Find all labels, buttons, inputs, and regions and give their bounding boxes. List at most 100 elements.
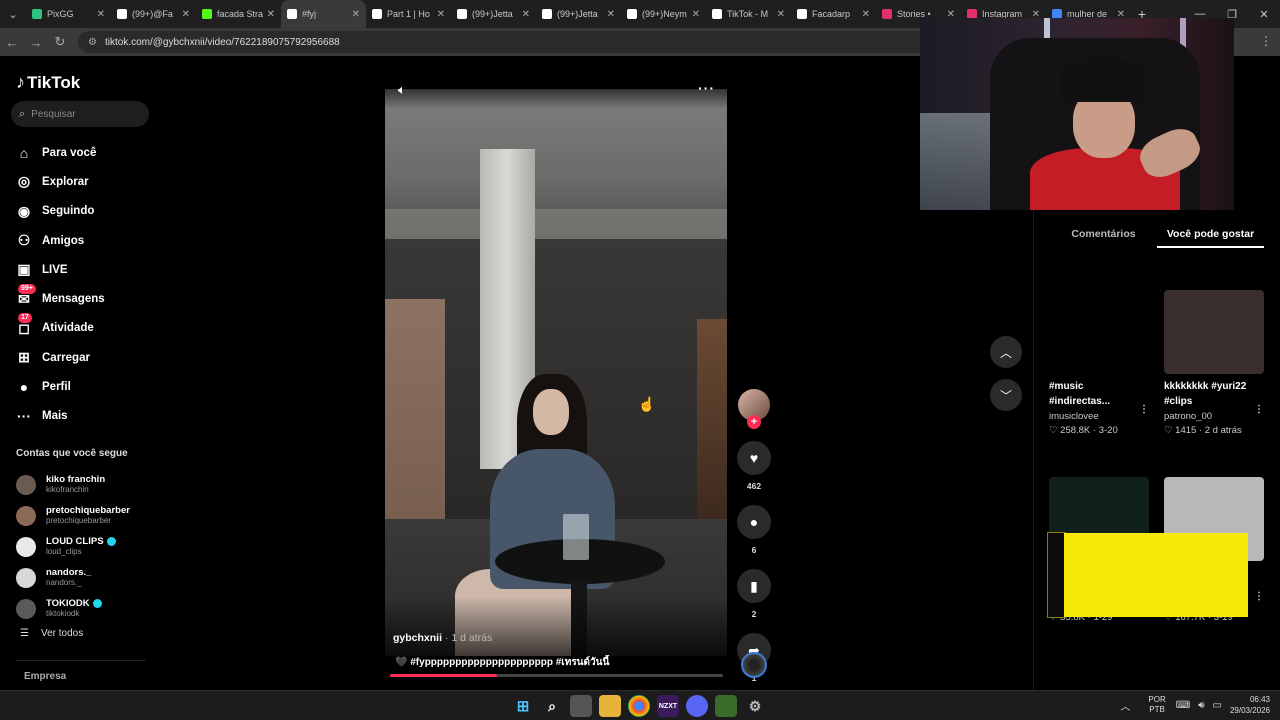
tab-close-icon[interactable]: ✕ — [777, 9, 785, 20]
tab-label: facada Stra — [217, 9, 263, 19]
sidebar-item-amigos[interactable]: ⚇ Amigos — [14, 226, 154, 255]
search-input[interactable]: ⌕ Pesquisar — [11, 101, 149, 127]
sidebar-item-perfil[interactable]: ● Perfil — [14, 372, 154, 401]
tab-close-icon[interactable]: ✕ — [97, 9, 105, 20]
notification-badge: 17 — [18, 313, 32, 324]
following-account[interactable]: LOUD CLIPS loud_clips — [16, 532, 156, 563]
card-more-icon[interactable]: ⋮ — [1254, 404, 1264, 415]
card-title[interactable]: kkkkkkkk #yuri22 #clips — [1164, 379, 1252, 409]
tab-comments[interactable]: Comentários — [1050, 228, 1157, 248]
tab-close-icon[interactable]: ✕ — [182, 9, 190, 20]
back-button[interactable]: ← — [0, 35, 24, 50]
browser-tab[interactable]: Facadarp ✕ — [791, 0, 876, 28]
following-account[interactable]: nandors._ nandors._ — [16, 562, 156, 593]
video-thumbnail[interactable] — [1164, 290, 1264, 374]
app-icon[interactable] — [715, 695, 737, 717]
suggested-video-card[interactable]: ⋮ #music #indirectas... imusiclovee ♡ 258.8… — [1049, 290, 1149, 436]
tab-close-icon[interactable]: ✕ — [437, 9, 445, 20]
music-disc-icon[interactable] — [741, 652, 767, 678]
video-author[interactable]: gybchxnii · 1 d atrás — [393, 632, 492, 644]
browser-tab[interactable]: (99+)@Fa ✕ — [111, 0, 196, 28]
next-video-button[interactable]: ﹀ — [990, 379, 1022, 411]
tab-close-icon[interactable]: ✕ — [692, 9, 700, 20]
sidebar-item-mensagens[interactable]: ✉ 99+ Mensagens — [14, 284, 154, 313]
follow-plus-icon[interactable]: + — [747, 415, 761, 429]
following-account[interactable]: pretochiquebarber pretochiquebarber — [16, 501, 156, 532]
card-more-icon[interactable]: ⋮ — [1254, 591, 1264, 602]
file-explorer-icon[interactable] — [599, 695, 621, 717]
tiktok-sidebar: ♪ TikTok ⌕ Pesquisar ⌂ Para você ◎ Explorar… — [0, 56, 160, 690]
card-title[interactable]: #music #indirectas... — [1049, 379, 1137, 409]
following-account[interactable]: TOKIODK tiktokiodk — [16, 593, 156, 624]
browser-tab[interactable]: PixGG ✕ — [26, 0, 111, 28]
tab-close-icon[interactable]: ✕ — [607, 9, 615, 20]
following-account[interactable]: kiko franchin kikofranchin — [16, 470, 156, 501]
comment-icon[interactable]: ● — [737, 505, 771, 539]
video-more-icon[interactable]: ··· — [698, 80, 715, 96]
tab-favicon-icon — [882, 9, 892, 19]
card-more-icon[interactable]: ⋮ — [1139, 404, 1149, 415]
browser-tab[interactable]: TikTok - M ✕ — [706, 0, 791, 28]
volume-icon[interactable]: 🔈︎ — [398, 82, 406, 98]
avatar — [16, 567, 36, 588]
tab-search-button[interactable]: ⌄ — [0, 0, 26, 28]
suggested-video-card[interactable]: ⋮ kkkkkkkk #yuri22 #clips patrono_00 ♡ 1415… — [1164, 290, 1264, 436]
discord-icon[interactable] — [686, 695, 708, 717]
browser-tab[interactable]: (99+)Neym ✕ — [621, 0, 706, 28]
task-view-icon[interactable] — [570, 695, 592, 717]
tiktok-logo[interactable]: ♪ TikTok — [16, 72, 80, 93]
comment-action[interactable]: ● 6 — [736, 505, 772, 555]
volume-tray-icon[interactable]: 🔊︎ — [1198, 700, 1204, 711]
author-name[interactable]: gybchxnii — [393, 632, 442, 644]
chrome-icon[interactable] — [628, 695, 650, 717]
company-link[interactable]: Empresa — [24, 671, 66, 682]
see-all-button[interactable]: ☰ Ver todos — [20, 628, 83, 639]
save-action[interactable]: ▮ 2 — [736, 569, 772, 619]
live-icon: ▣ — [17, 261, 31, 278]
tray-chevron-icon[interactable]: ︿ — [1120, 698, 1130, 713]
windows-start-icon[interactable]: ⊞ — [512, 695, 534, 717]
battery-icon[interactable]: ▭ — [1213, 700, 1222, 711]
site-settings-icon[interactable]: ⚙ — [88, 37, 97, 48]
card-username[interactable]: imusiclovee — [1049, 411, 1149, 422]
sidebar-item-mais[interactable]: ··· Mais — [14, 402, 154, 431]
save-count: 2 — [751, 609, 757, 619]
sidebar-item-para-você[interactable]: ⌂ Para você — [14, 138, 154, 167]
browser-tab[interactable]: facada Stra ✕ — [196, 0, 281, 28]
nzxt-icon[interactable]: NZXT — [657, 695, 679, 717]
tab-suggestions[interactable]: Você pode gostar — [1157, 228, 1264, 248]
sidebar-item-atividade[interactable]: ◻ 17 Atividade — [14, 313, 154, 343]
language-indicator[interactable]: POR PTB — [1148, 695, 1165, 715]
browser-tab[interactable]: Part 1 | Ho ✕ — [366, 0, 451, 28]
like-action[interactable]: ♥ 462 — [736, 441, 772, 491]
system-clock[interactable]: 06:43 29/03/2026 — [1230, 694, 1270, 716]
previous-video-button[interactable]: ︿ — [990, 336, 1022, 368]
tab-close-icon[interactable]: ✕ — [862, 9, 870, 20]
browser-tab[interactable]: (99+)Jetta ✕ — [536, 0, 621, 28]
video-progress-bar[interactable] — [390, 674, 723, 677]
sidebar-item-explorar[interactable]: ◎ Explorar — [14, 167, 154, 196]
video-player[interactable] — [385, 89, 727, 656]
card-username[interactable]: patrono_00 — [1164, 411, 1264, 422]
sidebar-item-carregar[interactable]: ⊞ Carregar — [14, 343, 154, 372]
settings-icon[interactable]: ⚙ — [744, 695, 766, 717]
forward-button[interactable]: → — [24, 35, 48, 50]
caption-text[interactable]: #fyppppppppppppppppppppp #เทรนด์วันนี้ — [410, 657, 609, 668]
network-icon[interactable]: ⌨ — [1176, 700, 1190, 711]
reload-button[interactable]: ↻ — [48, 34, 72, 50]
bookmark-icon[interactable]: ▮ — [737, 569, 771, 603]
sidebar-item-seguindo[interactable]: ◉ Seguindo — [14, 197, 154, 226]
url-field[interactable]: ⚙ tiktok.com/@gybchxnii/video/7622189075… — [78, 31, 978, 53]
browser-tab[interactable]: #fyj ✕ — [281, 0, 366, 28]
search-taskbar-icon[interactable]: ⌕ — [541, 695, 563, 717]
close-window-button[interactable]: ✕ — [1248, 0, 1280, 28]
browser-menu-icon[interactable]: ⋮ — [1260, 34, 1272, 48]
tab-close-icon[interactable]: ✕ — [522, 9, 530, 20]
tab-close-icon[interactable]: ✕ — [267, 9, 275, 20]
tab-close-icon[interactable]: ✕ — [352, 9, 360, 20]
creator-avatar[interactable]: + — [738, 389, 770, 429]
heart-icon[interactable]: ♥ — [737, 441, 771, 475]
sidebar-item-live[interactable]: ▣ LIVE — [14, 255, 154, 284]
video-thumbnail[interactable] — [1049, 290, 1149, 374]
browser-tab[interactable]: (99+)Jetta ✕ — [451, 0, 536, 28]
